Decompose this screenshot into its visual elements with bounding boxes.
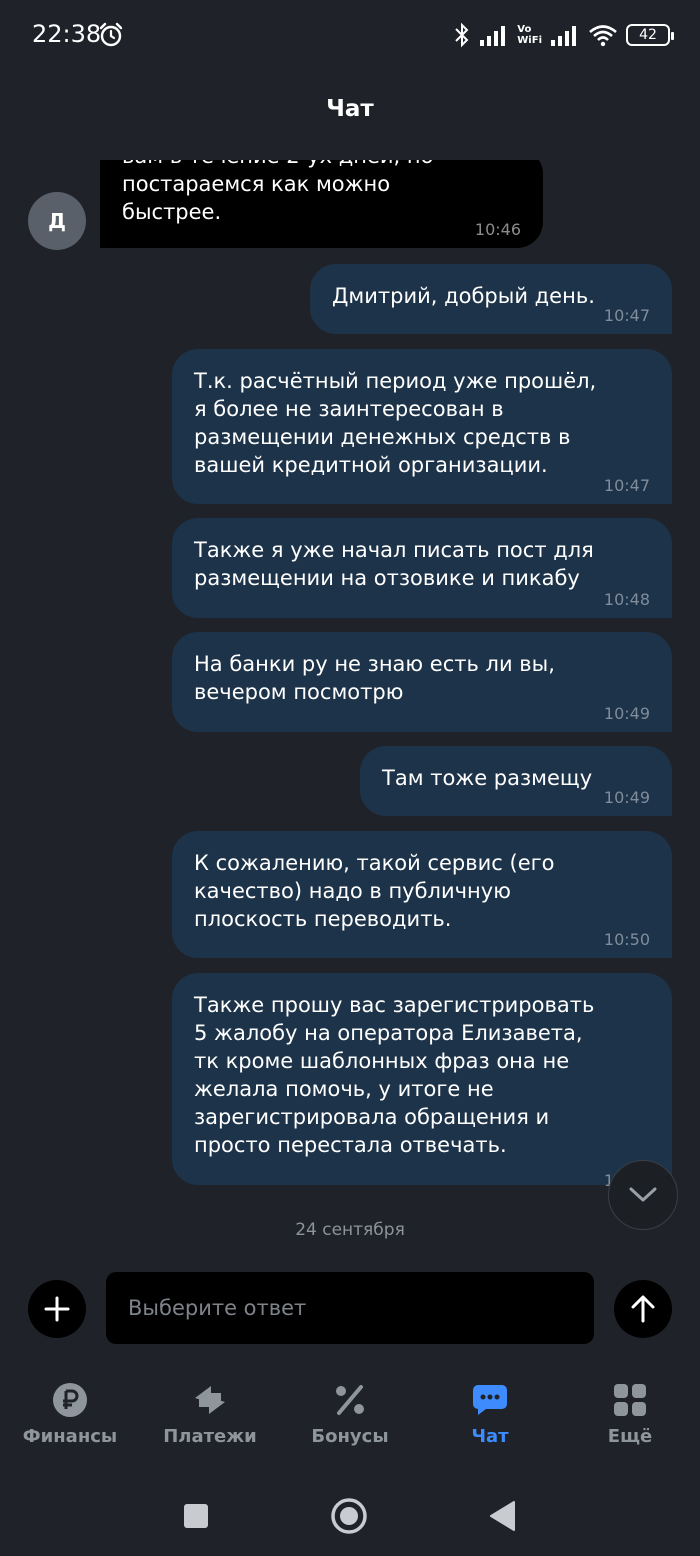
ruble-icon <box>53 1383 87 1417</box>
message-bubble-outgoing[interactable]: Дмитрий, добрый день. 10:47 <box>310 264 672 334</box>
battery-level: 42 <box>639 27 657 43</box>
percent-icon <box>336 1385 364 1415</box>
nav-item-more[interactable]: Ещё <box>560 1380 700 1470</box>
vowifi-indicator: Vo WiFi <box>517 24 542 46</box>
message-text: Т.к. расчётный период уже прошёл, я боле… <box>194 369 597 477</box>
nav-label: Чат <box>471 1426 509 1447</box>
circle-home-icon <box>331 1498 367 1534</box>
message-bubble-outgoing[interactable]: Также прошу вас зарегистрировать 5 жалоб… <box>172 973 672 1189</box>
date-separator: 24 сентября <box>295 1220 405 1240</box>
square-icon <box>184 1504 208 1528</box>
recents-button[interactable] <box>176 1496 216 1536</box>
bottom-nav: Финансы Платежи Бонусы Чат Ещё <box>0 1380 700 1470</box>
message-time: 10:47 <box>603 476 650 495</box>
message-text: вам в течение 2-ух дней, но постараемся … <box>122 160 433 224</box>
avatar: Д <box>28 192 86 250</box>
message-time: 10:50 <box>603 930 650 949</box>
transfer-arrows-icon <box>195 1386 225 1414</box>
wifi-icon <box>589 25 617 47</box>
reply-input[interactable] <box>106 1272 594 1344</box>
message-bubble-outgoing[interactable]: К сожалению, такой сервис (его качество)… <box>172 831 672 958</box>
message-bubble-outgoing[interactable]: Там тоже размещу 10:49 <box>360 746 672 816</box>
message-bubble-incoming[interactable]: вам в течение 2-ух дней, но постараемся … <box>100 160 543 248</box>
reply-input-box[interactable] <box>106 1272 594 1344</box>
message-time: 10:48 <box>603 590 650 609</box>
back-button[interactable] <box>482 1496 522 1536</box>
message-bubble-outgoing[interactable]: Также я уже начал писать пост для размещ… <box>172 518 672 618</box>
signal-icon <box>480 26 506 46</box>
nav-item-bonuses[interactable]: Бонусы <box>280 1380 420 1470</box>
message-text: На банки ру не знаю есть ли вы, вечером … <box>194 652 555 704</box>
message-list[interactable]: Д вам в течение 2-ух дней, но постараемс… <box>0 160 700 1260</box>
chevron-down-icon <box>629 1187 657 1202</box>
page-title: Чат <box>326 96 374 122</box>
back-triangle-icon <box>490 1501 515 1531</box>
bluetooth-icon <box>455 22 469 48</box>
send-button[interactable] <box>614 1280 672 1338</box>
signal-icon-2 <box>551 26 576 46</box>
message-time: 10:49 <box>603 704 650 723</box>
message-time: 10:46 <box>474 220 521 239</box>
plus-icon <box>44 1296 70 1322</box>
status-bar: 22:38 Vo WiFi 42 <box>0 0 700 70</box>
add-button[interactable] <box>28 1280 86 1338</box>
vowifi-bottom: WiFi <box>517 35 542 46</box>
arrow-up-icon <box>631 1295 655 1323</box>
nav-label: Платежи <box>163 1426 257 1447</box>
nav-label: Бонусы <box>311 1426 389 1447</box>
message-bubble-outgoing[interactable]: Т.к. расчётный период уже прошёл, я боле… <box>172 349 672 504</box>
home-button[interactable] <box>329 1496 369 1536</box>
status-time: 22:38 <box>32 20 102 48</box>
grid-icon <box>614 1384 646 1416</box>
message-text: Дмитрий, добрый день. <box>332 284 595 308</box>
status-icons: Vo WiFi 42 <box>453 18 674 52</box>
system-nav-bar <box>0 1482 700 1546</box>
message-text: Также прошу вас зарегистрировать 5 жалоб… <box>194 993 595 1157</box>
nav-item-chat[interactable]: Чат <box>420 1380 560 1470</box>
vowifi-top: Vo <box>517 24 532 35</box>
message-bubble-outgoing[interactable]: На банки ру не знаю есть ли вы, вечером … <box>172 632 672 732</box>
message-text: Также я уже начал писать пост для размещ… <box>194 538 594 590</box>
nav-label: Ещё <box>607 1426 653 1447</box>
battery-indicator: 42 <box>626 24 674 46</box>
nav-item-payments[interactable]: Платежи <box>140 1380 280 1470</box>
nav-item-finances[interactable]: Финансы <box>0 1380 140 1470</box>
alarm-icon <box>99 22 123 47</box>
chat-bubble-icon <box>473 1385 507 1415</box>
message-time: 10:49 <box>603 788 650 807</box>
nav-label: Финансы <box>22 1426 118 1447</box>
message-text: К сожалению, такой сервис (его качество)… <box>194 851 555 931</box>
message-time: 10:47 <box>603 306 650 325</box>
